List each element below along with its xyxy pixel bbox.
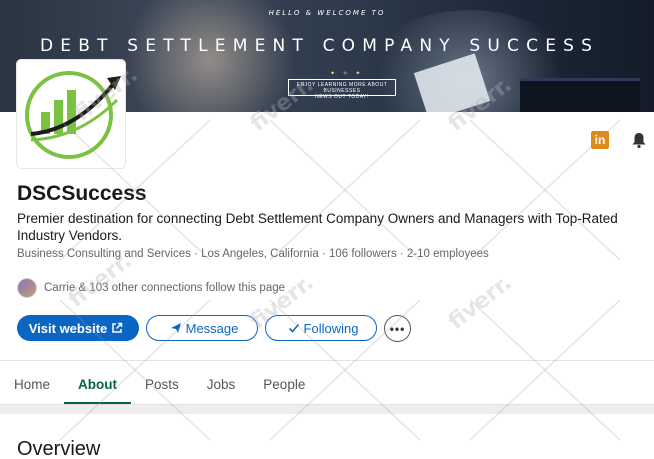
message-button[interactable]: Message (146, 315, 258, 341)
checkmark-icon (288, 323, 299, 333)
message-label: Message (185, 320, 239, 336)
banner-photo-laptop (520, 78, 640, 112)
following-label: Following (303, 320, 359, 336)
section-divider (0, 360, 654, 361)
visit-website-label: Visit website (28, 320, 108, 336)
tab-about[interactable]: About (64, 368, 131, 404)
following-button[interactable]: Following (265, 315, 377, 341)
section-gap (0, 404, 654, 414)
more-options-button[interactable]: ••• (384, 315, 411, 342)
tab-people[interactable]: People (249, 368, 319, 404)
banner-sparkles: ✦ ✧ ✦ (330, 71, 364, 77)
connections-row[interactable]: Carrie & 103 other connections follow th… (17, 278, 285, 298)
more-options-icon: ••• (389, 321, 406, 336)
send-icon (170, 323, 181, 333)
linkedin-icon[interactable]: in (591, 131, 609, 149)
watermark-text: fiverr. (443, 270, 517, 335)
company-meta: Business Consulting and Services · Los A… (17, 248, 489, 260)
banner-cta-box: ENJOY LEARNING MORE ABOUT BUSINESSES NEW… (288, 79, 396, 100)
bell-icon[interactable] (630, 131, 648, 149)
banner-headline: DEBT SETTLEMENT COMPANY SUCCESS (40, 36, 600, 56)
company-logo[interactable] (17, 60, 125, 168)
overview-heading: Overview (17, 438, 101, 459)
avatar (17, 278, 37, 298)
banner-cta-line1: ENJOY LEARNING MORE ABOUT BUSINESSES (296, 82, 388, 94)
banner-cta-line2: NEWS OUT TODAY! (315, 94, 369, 100)
company-name: DSCSuccess (17, 182, 147, 205)
tab-jobs[interactable]: Jobs (193, 368, 250, 404)
dsc-logo-icon (25, 71, 121, 159)
external-link-icon (112, 322, 123, 333)
connections-text: Carrie & 103 other connections follow th… (44, 282, 286, 294)
company-tagline: Premier destination for connecting Debt … (17, 211, 618, 243)
tab-posts[interactable]: Posts (131, 368, 193, 404)
tab-home[interactable]: Home (0, 368, 64, 404)
page-tabs: Home About Posts Jobs People (0, 368, 319, 404)
banner-welcome-text: HELLO & WELCOME TO (268, 9, 386, 17)
visit-website-button[interactable]: Visit website (17, 315, 139, 341)
